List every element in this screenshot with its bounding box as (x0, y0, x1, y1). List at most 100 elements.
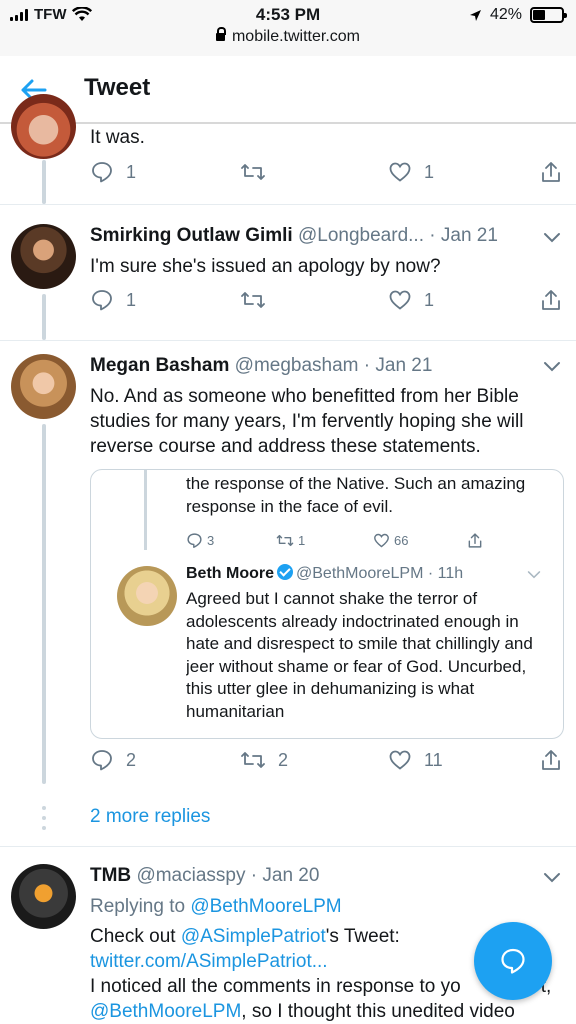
tweet-header: TMB @maciasspy · Jan 20 (90, 865, 319, 887)
page-title: Tweet (84, 74, 151, 101)
like-count: 1 (424, 289, 435, 310)
avatar[interactable] (11, 94, 76, 159)
reply-icon (92, 750, 112, 771)
location-arrow-icon (469, 9, 481, 21)
avatar[interactable] (11, 224, 76, 289)
replying-to: Replying to @BethMooreLPM (90, 894, 562, 919)
user-handle[interactable]: @maciasspy (136, 865, 245, 886)
text-fragment: , so I thought this unedited video (241, 1001, 515, 1022)
compose-button[interactable] (474, 922, 552, 1000)
text-fragment: Check out (90, 926, 176, 947)
chevron-down-icon[interactable] (543, 872, 561, 884)
chevron-down-icon[interactable] (543, 232, 561, 244)
tweet-date[interactable]: · Jan 21 (364, 355, 433, 376)
quote-thread-line (144, 470, 147, 550)
avatar[interactable] (117, 566, 177, 626)
lock-icon (215, 27, 226, 41)
like-button[interactable]: 1 (388, 288, 434, 312)
quoted-tweet-text: the response of the Native. Such an amaz… (186, 474, 526, 516)
like-count: 11 (424, 749, 443, 770)
share-button[interactable] (467, 532, 483, 549)
quoted-tweet-header: Beth Moore @BethMooreLPM · 11h (186, 564, 463, 583)
avatar[interactable] (11, 354, 76, 419)
reply-icon (92, 290, 112, 311)
reply-count: 1 (126, 161, 137, 182)
mention-link[interactable]: @ASimplePatriot (181, 926, 326, 947)
display-name[interactable]: Beth Moore (186, 565, 274, 582)
reply-count: 1 (126, 289, 137, 310)
more-replies-link[interactable]: 2 more replies (90, 806, 210, 828)
reply-button[interactable]: 1 (90, 160, 136, 184)
avatar[interactable] (11, 864, 76, 929)
battery-info: 42% (469, 6, 567, 24)
reply-icon (187, 533, 202, 548)
user-handle[interactable]: @Longbeard... (298, 225, 424, 246)
reply-button[interactable]: 1 (90, 288, 136, 312)
like-count: 66 (394, 533, 409, 548)
chevron-down-icon[interactable] (543, 361, 561, 373)
heart-icon (389, 162, 411, 182)
tweet-date[interactable]: · 11h (428, 565, 463, 582)
top-header: Tweet (0, 56, 576, 124)
replying-to-mention[interactable]: @BethMooreLPM (190, 896, 341, 917)
tweet-text: It was. (90, 127, 145, 148)
tweet-line: @BethMooreLPM, so I thought this unedite… (90, 999, 562, 1024)
battery-level (533, 10, 545, 20)
display-name[interactable]: Smirking Outlaw Gimli (90, 225, 293, 246)
user-handle[interactable]: @BethMooreLPM (296, 565, 423, 582)
chat-bubble-icon (501, 948, 525, 974)
retweet-count: 2 (278, 749, 289, 770)
display-name[interactable]: Megan Basham (90, 355, 229, 376)
display-name[interactable]: TMB (90, 865, 131, 886)
reply-button[interactable]: 3 (186, 532, 214, 549)
heart-icon (389, 290, 411, 310)
retweet-button[interactable] (240, 288, 278, 312)
like-count: 1 (424, 161, 435, 182)
more-replies-dots (42, 806, 46, 836)
status-bar: TFW 4:53 PM 42% mobile.twitter.com (0, 0, 576, 56)
tweet-header: Smirking Outlaw Gimli @Longbeard... · Ja… (90, 225, 498, 247)
tweet-actions: 1 1 (90, 160, 566, 190)
thread-line (42, 294, 46, 340)
share-button[interactable] (540, 288, 562, 312)
tweet-actions: 1 1 (90, 288, 566, 318)
reply-count: 3 (207, 533, 215, 548)
user-handle[interactable]: @megbasham (235, 355, 359, 376)
replying-to-label: Replying to (90, 896, 186, 917)
url-text: mobile.twitter.com (231, 28, 361, 45)
text-fragment: I noticed all the comments in response t… (90, 976, 461, 997)
reply-button[interactable]: 2 (90, 748, 136, 772)
divider (0, 846, 576, 847)
thread-line (42, 424, 46, 784)
url-link[interactable]: twitter.com/ASimplePatriot... (90, 951, 328, 972)
tweet-date[interactable]: · Jan 20 (251, 865, 320, 886)
retweet-button[interactable]: 1 (276, 532, 305, 549)
like-button[interactable]: 66 (373, 532, 408, 549)
verified-badge-icon (277, 564, 293, 580)
tweet-actions: 2 2 11 (90, 748, 566, 778)
share-button[interactable] (540, 160, 562, 184)
tweet-header: Megan Basham @megbasham · Jan 21 (90, 355, 432, 377)
tweet-date[interactable]: · Jan 21 (429, 225, 498, 246)
retweet-count: 1 (298, 533, 306, 548)
thread-line (42, 160, 46, 204)
battery-icon (530, 7, 567, 23)
tweet-text: No. And as someone who benefitted from h… (90, 386, 524, 457)
share-button[interactable] (540, 748, 562, 772)
mention-link[interactable]: @BethMooreLPM (90, 1001, 241, 1022)
share-icon (542, 162, 560, 182)
retweet-button[interactable] (240, 160, 278, 184)
like-button[interactable]: 1 (388, 160, 434, 184)
retweet-icon (241, 292, 265, 308)
reply-icon (92, 162, 112, 183)
quoted-tweet-text: Agreed but I cannot shake the terror of … (186, 589, 533, 721)
like-button[interactable]: 11 (388, 748, 443, 772)
retweet-button[interactable]: 2 (240, 748, 288, 772)
chevron-down-icon[interactable] (527, 570, 541, 580)
battery-percent: 42% (489, 6, 522, 23)
share-icon (542, 290, 560, 310)
share-icon (542, 750, 560, 770)
url-bar[interactable]: mobile.twitter.com (0, 27, 576, 46)
quoted-tweet[interactable]: the response of the Native. Such an amaz… (90, 469, 564, 739)
retweet-icon (241, 752, 265, 768)
